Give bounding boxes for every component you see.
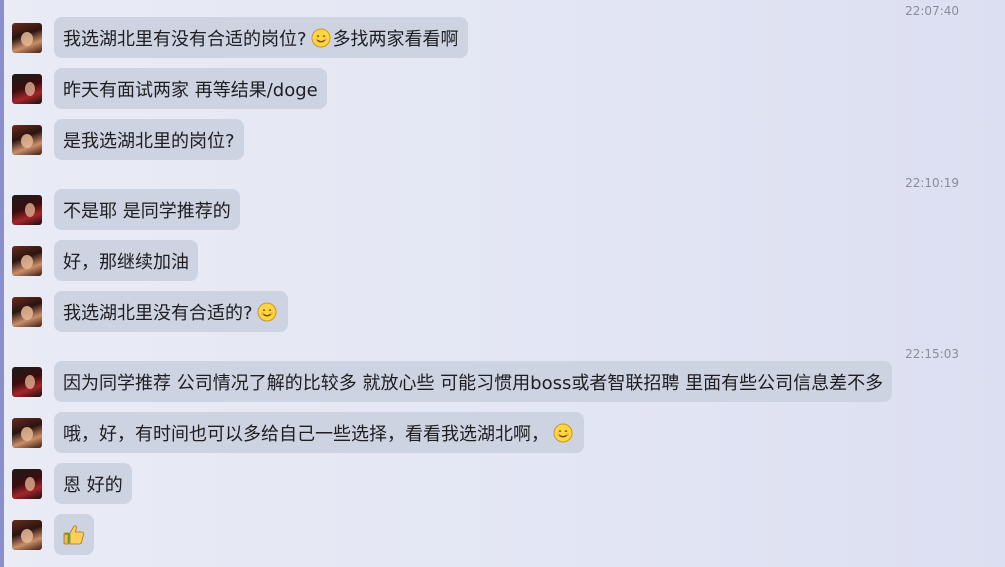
smiley-emoji-icon <box>553 423 573 442</box>
message-bubble[interactable]: 我选湖北里没有合适的? <box>54 291 288 332</box>
message-text: 昨天有面试两家 再等结果/doge <box>63 79 318 101</box>
message-text: 我选湖北里有没有合适的岗位? <box>63 28 307 50</box>
message-bubble[interactable]: 因为同学推荐 公司情况了解的比较多 就放心些 可能习惯用boss或者智联招聘 里… <box>54 361 893 402</box>
message-bubble[interactable]: 不是耶 是同学推荐的 <box>54 189 240 230</box>
avatar[interactable] <box>12 520 42 550</box>
avatar[interactable] <box>12 195 42 225</box>
message-bubble[interactable]: 是我选湖北里的岗位? <box>54 119 244 160</box>
avatar[interactable] <box>12 74 42 104</box>
timestamp: 22:15:03 <box>905 347 959 361</box>
avatar[interactable] <box>12 297 42 327</box>
message-text: 恩 好的 <box>63 474 123 496</box>
window-left-edge <box>0 0 4 567</box>
message-text: 好，那继续加油 <box>63 251 189 273</box>
timestamp: 22:07:40 <box>905 4 959 18</box>
message-text: 是我选湖北里的岗位? <box>63 130 235 152</box>
message-bubble[interactable]: 恩 好的 <box>54 463 132 504</box>
smiley-emoji-icon <box>257 302 277 321</box>
avatar[interactable] <box>12 246 42 276</box>
timestamp: 22:10:19 <box>905 176 959 190</box>
message-text: 不是耶 是同学推荐的 <box>63 200 231 222</box>
message-bubble[interactable]: 我选湖北里有没有合适的岗位? 多找两家看看啊 <box>54 17 468 58</box>
message-bubble[interactable]: 哦，好，有时间也可以多给自己一些选择，看看我选湖北啊， <box>54 412 584 453</box>
message-text: 多找两家看看啊 <box>332 28 459 50</box>
message-bubble[interactable]: 好，那继续加油 <box>54 240 198 281</box>
avatar[interactable] <box>12 367 42 397</box>
message-bubble[interactable] <box>54 514 94 555</box>
message-text: 我选湖北里没有合适的? <box>63 302 253 324</box>
avatar[interactable] <box>12 418 42 448</box>
avatar[interactable] <box>12 469 42 499</box>
avatar[interactable] <box>12 125 42 155</box>
thumbs-up-emoji-icon <box>63 524 84 544</box>
avatar[interactable] <box>12 23 42 53</box>
chat-window: { "timestamps": ["22:07:40", "22:10:19",… <box>0 0 1005 567</box>
smiley-emoji-icon <box>311 28 331 47</box>
message-text: 因为同学推荐 公司情况了解的比较多 就放心些 可能习惯用boss或者智联招聘 里… <box>63 372 884 394</box>
message-text: 哦，好，有时间也可以多给自己一些选择，看看我选湖北啊， <box>63 423 549 445</box>
message-bubble[interactable]: 昨天有面试两家 再等结果/doge <box>54 68 327 109</box>
